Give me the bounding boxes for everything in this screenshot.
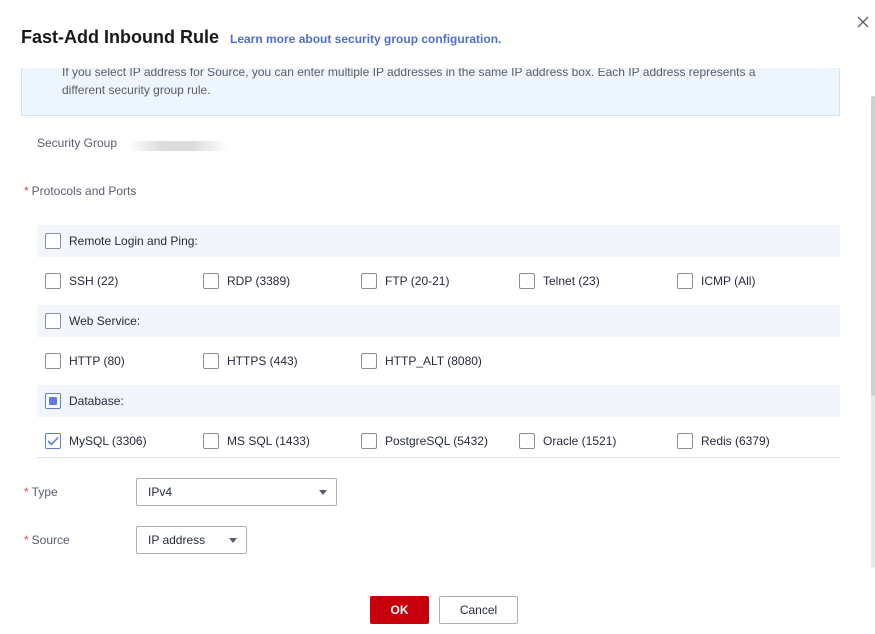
option-rdp-label: RDP (3389)	[227, 274, 291, 288]
dialog-title: Fast-Add Inbound Rule Learn more about s…	[21, 27, 501, 48]
checkbox-postgresql[interactable]	[361, 433, 377, 449]
group-remote-login: Remote Login and Ping: SSH (22) RDP (338…	[37, 225, 840, 305]
option-mysql-label: MySQL (3306)	[69, 434, 147, 448]
checkmark-icon	[47, 436, 59, 446]
type-select[interactable]: IPv4	[136, 478, 337, 506]
option-http-alt-label: HTTP_ALT (8080)	[385, 354, 482, 368]
checkbox-telnet[interactable]	[519, 273, 535, 289]
checkbox-https[interactable]	[203, 353, 219, 369]
type-label: * Type	[24, 485, 58, 499]
group-remote-login-options: SSH (22) RDP (3389) FTP (20-21) Telnet (…	[37, 257, 840, 305]
source-select[interactable]: IP address	[136, 526, 247, 554]
option-ftp-label: FTP (20-21)	[385, 274, 450, 288]
option-rdp[interactable]: RDP (3389)	[203, 257, 290, 305]
option-https[interactable]: HTTPS (443)	[203, 337, 298, 385]
option-http-label: HTTP (80)	[69, 354, 125, 368]
scrollbar-thumb[interactable]	[871, 96, 875, 396]
learn-more-link[interactable]: Learn more about security group configur…	[230, 32, 501, 46]
required-mark: *	[24, 485, 29, 499]
security-group-label: Security Group	[37, 136, 118, 150]
required-mark: *	[24, 533, 29, 547]
protocols-divider	[37, 457, 840, 458]
checkbox-web-service[interactable]	[45, 313, 61, 329]
required-mark: *	[24, 184, 29, 198]
option-icmp[interactable]: ICMP (All)	[677, 257, 755, 305]
checkbox-mysql-checked[interactable]	[45, 433, 61, 449]
close-icon[interactable]	[855, 14, 871, 30]
group-remote-login-header[interactable]: Remote Login and Ping:	[37, 225, 840, 257]
scrollbar[interactable]	[871, 96, 875, 568]
option-telnet-label: Telnet (23)	[543, 274, 600, 288]
option-ftp[interactable]: FTP (20-21)	[361, 257, 449, 305]
group-web-service: Web Service: HTTP (80) HTTPS (443) HTTP_…	[37, 305, 840, 385]
notice-line-2: different security group rule.	[62, 83, 211, 97]
checkbox-redis[interactable]	[677, 433, 693, 449]
info-notice: If you select IP address for Source, you…	[21, 68, 840, 116]
option-oracle-label: Oracle (1521)	[543, 434, 617, 448]
group-database-header[interactable]: Database:	[37, 385, 840, 417]
group-remote-login-label: Remote Login and Ping:	[69, 234, 198, 248]
source-label: * Source	[24, 533, 70, 547]
caret-down-icon	[229, 538, 237, 543]
option-mssql-label: MS SQL (1433)	[227, 434, 310, 448]
checkbox-database-partial[interactable]	[45, 393, 61, 409]
source-select-value: IP address	[148, 533, 206, 547]
cancel-button[interactable]: Cancel	[439, 596, 518, 624]
checkbox-mssql[interactable]	[203, 433, 219, 449]
option-postgresql-label: PostgreSQL (5432)	[385, 434, 488, 448]
caret-down-icon	[319, 490, 327, 495]
protocols-label-text: Protocols and Ports	[31, 184, 137, 198]
option-redis-label: Redis (6379)	[701, 434, 770, 448]
checkbox-http-alt[interactable]	[361, 353, 377, 369]
option-http[interactable]: HTTP (80)	[45, 337, 125, 385]
option-ssh-label: SSH (22)	[69, 274, 119, 288]
ok-button[interactable]: OK	[370, 596, 429, 624]
checkbox-ssh[interactable]	[45, 273, 61, 289]
group-web-service-label: Web Service:	[69, 314, 141, 328]
option-ssh[interactable]: SSH (22)	[45, 257, 118, 305]
group-database-label: Database:	[69, 394, 124, 408]
group-web-service-options: HTTP (80) HTTPS (443) HTTP_ALT (8080)	[37, 337, 840, 385]
checkbox-http[interactable]	[45, 353, 61, 369]
dialog-title-text: Fast-Add Inbound Rule	[21, 27, 219, 47]
checkbox-ftp[interactable]	[361, 273, 377, 289]
protocols-label: * Protocols and Ports	[24, 184, 136, 198]
option-telnet[interactable]: Telnet (23)	[519, 257, 600, 305]
security-group-value-redacted	[128, 141, 228, 151]
dialog-body[interactable]: If you select IP address for Source, you…	[0, 68, 869, 566]
option-icmp-label: ICMP (All)	[701, 274, 756, 288]
notice-line-1: If you select IP address for Source, you…	[62, 68, 756, 79]
source-label-text: Source	[31, 533, 70, 547]
type-select-value: IPv4	[148, 485, 173, 499]
option-http-alt[interactable]: HTTP_ALT (8080)	[361, 337, 482, 385]
checkbox-remote-login[interactable]	[45, 233, 61, 249]
checkbox-oracle[interactable]	[519, 433, 535, 449]
checkbox-rdp[interactable]	[203, 273, 219, 289]
checkbox-icmp[interactable]	[677, 273, 693, 289]
group-web-service-header[interactable]: Web Service:	[37, 305, 840, 337]
option-https-label: HTTPS (443)	[227, 354, 298, 368]
type-label-text: Type	[31, 485, 58, 499]
group-database: Database: MySQL (3306) MS SQL (1433) Pos…	[37, 385, 840, 465]
